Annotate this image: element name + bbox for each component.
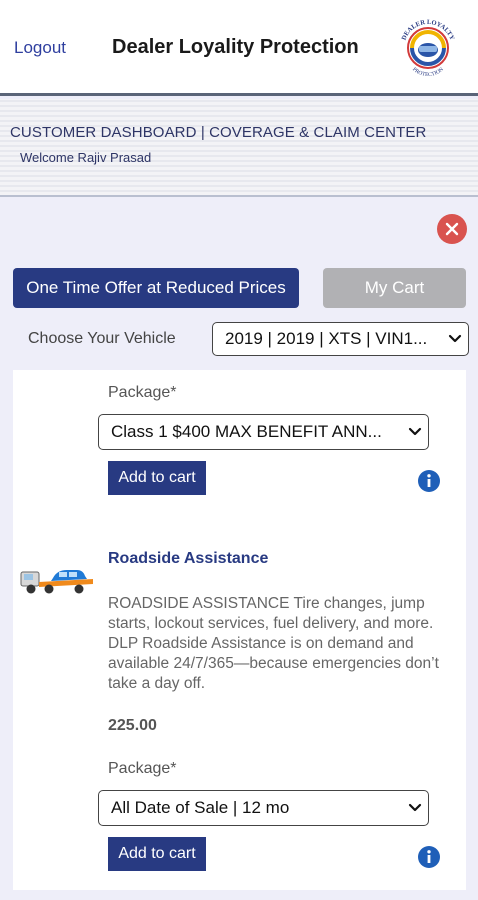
add-to-cart-button[interactable]: Add to cart	[108, 461, 206, 495]
logout-link[interactable]: Logout	[14, 38, 66, 58]
info-icon[interactable]	[417, 469, 441, 493]
product-price: 225.00	[108, 717, 157, 734]
welcome-text: Welcome Rajiv Prasad	[20, 150, 152, 165]
one-time-offer-button[interactable]: One Time Offer at Reduced Prices	[13, 268, 299, 308]
package-select-value: Class 1 $400 MAX BENEFIT ANN...	[111, 422, 382, 441]
product-name: Roadside Assistance	[108, 550, 269, 567]
my-cart-button[interactable]: My Cart	[323, 268, 466, 308]
add-to-cart-button[interactable]: Add to cart	[108, 837, 206, 871]
vehicle-select-value: 2019 | 2019 | XTS | VIN1...	[225, 329, 428, 348]
app-header: Logout Dealer Loyality Protection DEALER…	[0, 0, 478, 96]
package-label: Package*	[108, 384, 177, 401]
brand-logo: DEALER LOYALTY PROTECTION	[401, 19, 456, 78]
tow-truck-icon	[20, 570, 93, 594]
dashboard-banner: CUSTOMER DASHBOARD | COVERAGE & CLAIM CE…	[0, 99, 478, 197]
close-icon	[445, 222, 459, 236]
product-description: ROADSIDE ASSISTANCE Tire changes, jump s…	[108, 595, 439, 692]
info-icon[interactable]	[417, 845, 441, 869]
chevron-down-icon	[442, 323, 468, 355]
package-select-value: All Date of Sale | 12 mo	[111, 798, 290, 817]
package-select[interactable]: All Date of Sale | 12 mo	[98, 790, 429, 826]
close-button[interactable]	[437, 214, 467, 244]
chevron-down-icon	[402, 415, 428, 449]
app-title: Dealer Loyality Protection	[112, 36, 359, 58]
chevron-down-icon	[402, 791, 428, 825]
banner-title: CUSTOMER DASHBOARD | COVERAGE & CLAIM CE…	[10, 124, 427, 141]
package-select[interactable]: Class 1 $400 MAX BENEFIT ANN...	[98, 414, 429, 450]
vehicle-label: Choose Your Vehicle	[28, 330, 176, 347]
vehicle-select[interactable]: 2019 | 2019 | XTS | VIN1...	[212, 322, 469, 356]
package-label: Package*	[108, 760, 177, 777]
